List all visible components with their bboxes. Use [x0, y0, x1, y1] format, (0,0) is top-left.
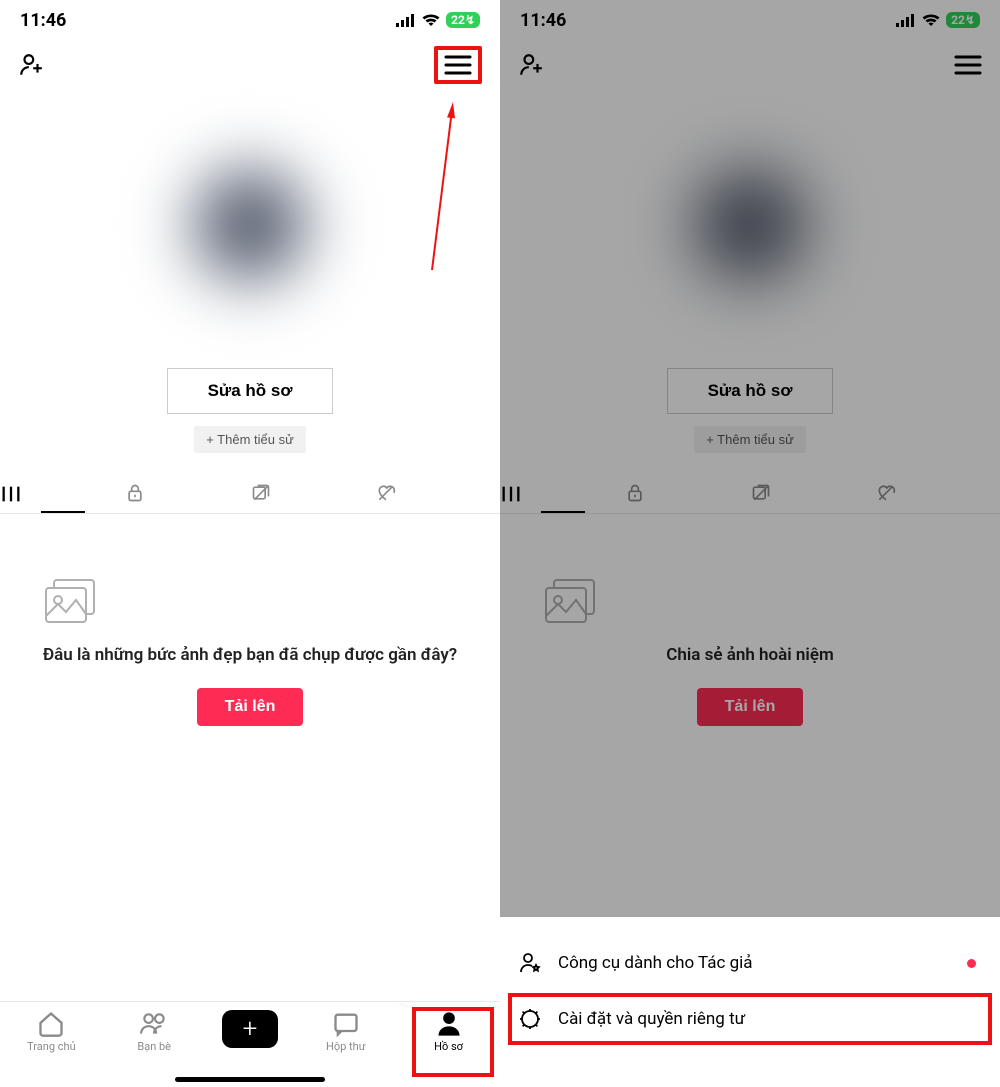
nav-home-label: Trang chủ	[27, 1040, 76, 1053]
hamburger-menu-icon[interactable]	[434, 46, 482, 84]
status-time: 11:46	[20, 10, 66, 31]
upload-button[interactable]: Tải lên	[697, 688, 804, 726]
nav-create[interactable]: +	[222, 1010, 278, 1048]
battery-icon: 22↯	[446, 12, 480, 28]
wifi-icon	[922, 14, 940, 27]
add-bio-button[interactable]: + Thêm tiểu sử	[694, 426, 806, 453]
nav-home[interactable]: Trang chủ	[16, 1010, 86, 1053]
sheet-settings-label: Cài đặt và quyền riêng tư	[558, 1009, 745, 1029]
profile-avatar-area	[530, 90, 970, 360]
tab-liked[interactable]	[875, 483, 1000, 505]
battery-icon: 22↯	[946, 12, 980, 28]
sheet-settings-privacy[interactable]: Cài đặt và quyền riêng tư	[500, 991, 1000, 1047]
nav-friends[interactable]: Bạn bè	[119, 1010, 189, 1053]
signal-icon	[396, 14, 416, 27]
tab-reposts[interactable]	[250, 483, 375, 505]
tab-reposts[interactable]	[750, 483, 875, 505]
tab-grid[interactable]	[0, 483, 125, 505]
status-bar: 11:46 22↯	[0, 0, 500, 40]
screen-settings-sheet: 11:46 22↯ Sửa hồ sơ + Thêm tiểu sử	[500, 0, 1000, 1087]
creator-icon	[518, 951, 542, 975]
profile-avatar-area	[30, 90, 470, 360]
photos-icon	[40, 574, 460, 626]
empty-state: Đâu là những bức ảnh đẹp bạn đã chụp đượ…	[0, 514, 500, 726]
edit-profile-button[interactable]: Sửa hồ sơ	[667, 368, 834, 414]
empty-state: Chia sẻ ảnh hoài niệm Tải lên	[500, 514, 1000, 726]
home-indicator	[175, 1077, 325, 1082]
tab-liked[interactable]	[375, 483, 500, 505]
tab-grid[interactable]	[500, 483, 625, 505]
add-friend-icon[interactable]	[18, 52, 44, 78]
sheet-creator-label: Công cụ dành cho Tác giả	[558, 953, 753, 973]
status-bar: 11:46 22↯	[500, 0, 1000, 40]
empty-text: Đâu là những bức ảnh đẹp bạn đã chụp đượ…	[40, 644, 460, 668]
add-friend-icon[interactable]	[518, 52, 544, 78]
bottom-sheet: Công cụ dành cho Tác giả Cài đặt và quyề…	[500, 921, 1000, 1087]
empty-text: Chia sẻ ảnh hoài niệm	[540, 644, 960, 668]
tab-private[interactable]	[625, 483, 750, 505]
screen-profile: 11:46 22↯ Sửa hồ sơ + Thêm tiểu sử	[0, 0, 500, 1087]
upload-button[interactable]: Tải lên	[197, 688, 304, 726]
notification-dot-icon	[967, 959, 976, 968]
wifi-icon	[422, 14, 440, 27]
signal-icon	[896, 14, 916, 27]
sheet-creator-tools[interactable]: Công cụ dành cho Tác giả	[500, 935, 1000, 991]
profile-tabs	[500, 483, 1000, 514]
tab-private[interactable]	[125, 483, 250, 505]
status-time: 11:46	[520, 10, 566, 31]
hamburger-menu-icon[interactable]	[954, 54, 982, 76]
photos-icon	[540, 574, 960, 626]
edit-profile-button[interactable]: Sửa hồ sơ	[167, 368, 334, 414]
nav-inbox-label: Hộp thư	[326, 1040, 366, 1053]
add-bio-button[interactable]: + Thêm tiểu sử	[194, 426, 306, 453]
profile-tabs	[0, 483, 500, 514]
nav-friends-label: Bạn bè	[137, 1040, 171, 1053]
nav-inbox[interactable]: Hộp thư	[311, 1010, 381, 1053]
settings-icon	[518, 1007, 542, 1031]
bottom-nav: Trang chủ Bạn bè + Hộp thư Hồ sơ	[0, 1001, 500, 1087]
annotation-highlight-profile	[412, 1007, 494, 1077]
